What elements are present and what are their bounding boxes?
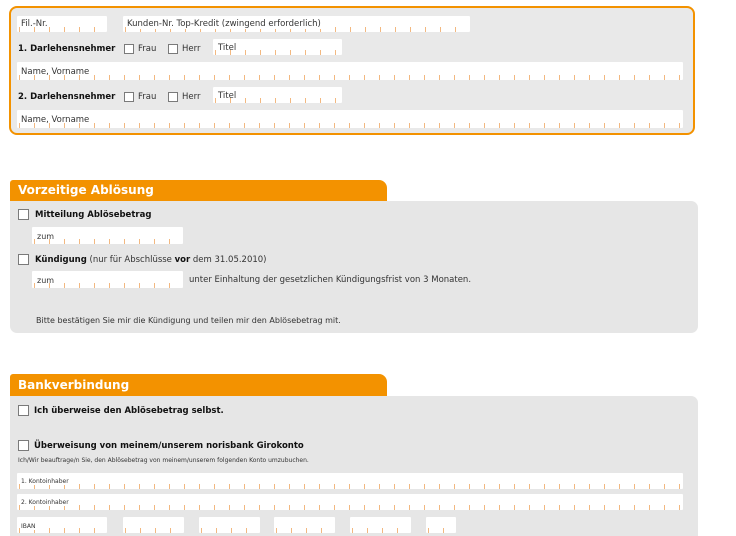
herr-label: Herr bbox=[182, 44, 201, 54]
borrower2-frau-checkbox[interactable] bbox=[124, 92, 134, 102]
kuendigung-date-field[interactable] bbox=[32, 271, 183, 288]
frau-label: Frau bbox=[138, 92, 157, 102]
bank-panel bbox=[10, 396, 698, 536]
kuendigung-label: Kündigung bbox=[35, 255, 87, 265]
borrower2-herr-checkbox[interactable] bbox=[168, 92, 178, 102]
hint-pre: (nur für Abschlüsse bbox=[89, 255, 172, 265]
titel-label: Titel bbox=[218, 43, 237, 53]
borrower1-label: 1. Darlehensnehmer bbox=[18, 44, 116, 54]
repayment-panel bbox=[10, 201, 698, 333]
holder2-field[interactable] bbox=[17, 494, 683, 510]
borrower2-label: 2. Darlehensnehmer bbox=[18, 92, 116, 102]
kuendigung-checkbox[interactable] bbox=[18, 254, 29, 265]
hint-post: dem 31.05.2010) bbox=[192, 255, 267, 265]
fil-nr-label: Fil.-Nr. bbox=[21, 19, 48, 29]
repayment-section-tab: Vorzeitige Ablösung bbox=[10, 180, 387, 201]
borrower1-herr-checkbox[interactable] bbox=[168, 44, 178, 54]
mitteilung-date-field[interactable] bbox=[32, 227, 183, 244]
confirm-text: Bitte bestätigen Sie mir die Kündigung u… bbox=[36, 316, 341, 325]
frist-text: unter Einhaltung der gesetzlichen Kündig… bbox=[189, 275, 472, 285]
borrower2-name-field[interactable] bbox=[17, 110, 683, 128]
self-transfer-checkbox[interactable] bbox=[18, 405, 29, 416]
mitteilung-checkbox[interactable] bbox=[18, 209, 29, 220]
borrower1-name-field[interactable] bbox=[17, 62, 683, 80]
giro-transfer-checkbox[interactable] bbox=[18, 440, 29, 451]
authorize-text: Ich/Wir beauftrage/n Sie, den Ablösebetr… bbox=[18, 457, 309, 464]
iban-label: IBAN bbox=[21, 523, 36, 530]
herr-label: Herr bbox=[182, 92, 201, 102]
name-label: Name, Vorname bbox=[21, 67, 90, 77]
name-label: Name, Vorname bbox=[21, 115, 90, 125]
kunden-nr-label: Kunden-Nr. Top-Kredit (zwingend erforder… bbox=[127, 19, 321, 29]
self-transfer-label: Ich überweise den Ablösebetrag selbst. bbox=[34, 406, 224, 416]
holder1-label: 1. Kontoinhaber bbox=[21, 478, 69, 485]
mitteilung-label: Mitteilung Ablösebetrag bbox=[35, 210, 152, 220]
zum-label: zum bbox=[37, 232, 55, 241]
bank-section-tab: Bankverbindung bbox=[10, 374, 387, 396]
zum-label: zum bbox=[37, 276, 55, 285]
holder1-field[interactable] bbox=[17, 473, 683, 489]
holder2-label: 2. Kontoinhaber bbox=[21, 499, 69, 506]
frau-label: Frau bbox=[138, 44, 157, 54]
giro-transfer-label: Überweisung von meinem/unserem norisbank… bbox=[34, 441, 304, 451]
borrower1-frau-checkbox[interactable] bbox=[124, 44, 134, 54]
hint-bold: vor bbox=[174, 255, 191, 265]
titel-label: Titel bbox=[218, 91, 237, 101]
kuendigung-line: Kündigung (nur für Abschlüsse vor dem 31… bbox=[35, 256, 267, 265]
